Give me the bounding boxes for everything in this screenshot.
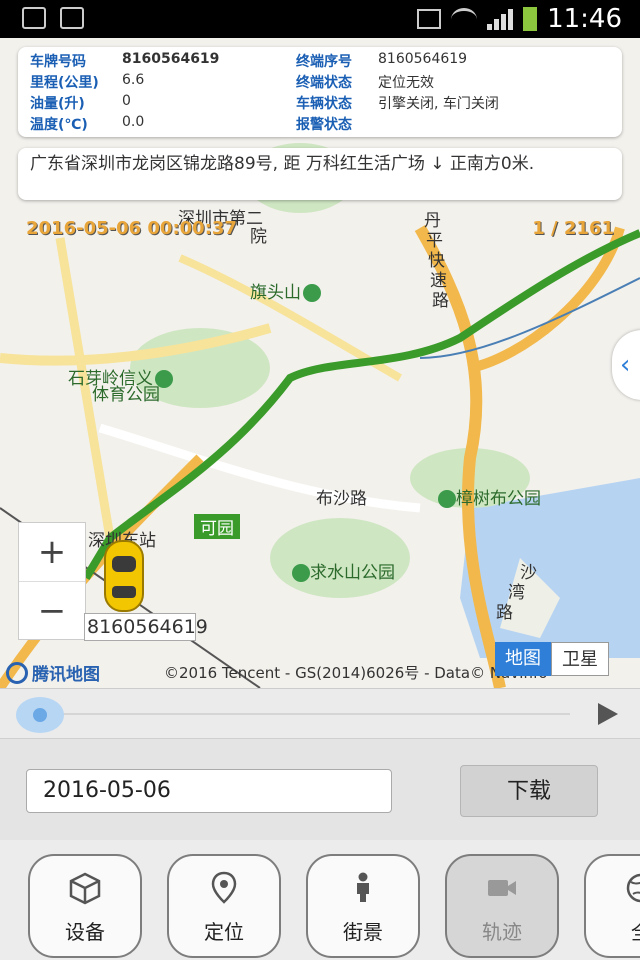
info-row-mileage: 里程(公里) 6.6 (30, 72, 145, 91)
zoom-in-button[interactable]: + (19, 523, 85, 581)
zoom-out-button[interactable]: − (19, 582, 85, 640)
mute-icon (417, 9, 442, 29)
map-type-satellite-button[interactable]: 卫星 (551, 642, 609, 676)
map-type-switch: 地图 卫星 (495, 642, 609, 676)
park-icon (292, 564, 310, 582)
status-bar: 11:46 (0, 0, 640, 38)
info-row-fuel: 油量(升) 0 (30, 93, 131, 112)
image-icon (60, 7, 84, 29)
mountain-icon (303, 284, 321, 302)
person-icon (357, 872, 369, 902)
map-type-map-button[interactable]: 地图 (495, 642, 551, 676)
map-label-shawan-3: 路 (496, 603, 513, 623)
info-row-temperature: 温度(℃) 0.0 (30, 114, 145, 133)
map-label-zhangshubu: 樟树布公园 (436, 484, 541, 509)
map-label-qitoushan: 旗头山 (250, 278, 321, 303)
location-pin-icon (211, 871, 237, 904)
nav-full-button[interactable]: 全 (584, 854, 640, 958)
vehicle-marker-icon[interactable] (104, 540, 144, 612)
signal-icon (487, 8, 514, 30)
date-row: 2016-05-06 下载 (0, 738, 640, 842)
tencent-map-icon (6, 661, 28, 684)
play-icon[interactable] (598, 703, 618, 725)
bottom-nav: 设备 定位 街景 轨迹 全 (0, 840, 640, 960)
date-input[interactable]: 2016-05-06 (26, 769, 392, 813)
map-label-sports-park: 体育公园 (92, 385, 160, 405)
nav-device-button[interactable]: 设备 (28, 854, 142, 958)
address-box: 广东省深圳市龙岗区锦龙路89号, 距 万科红生活广场 ↓ 正南方0米. (18, 148, 622, 200)
download-button[interactable]: 下载 (460, 765, 598, 817)
info-row-terminal-status: 终端状态 定位无效 (296, 75, 434, 91)
wifi-icon (451, 7, 478, 31)
zoom-control: + − (18, 522, 86, 640)
info-row-vehicle-status: 车辆状态 引擎关闭, 车门关闭 (296, 96, 499, 112)
playback-slider-knob[interactable] (16, 697, 64, 733)
nav-locate-button[interactable]: 定位 (167, 854, 281, 958)
info-row-terminal-id: 终端序号 8160564619 (296, 51, 468, 70)
park-icon (438, 490, 456, 508)
nav-streetview-button[interactable]: 街景 (306, 854, 420, 958)
map-brand-logo: 腾讯地图 (6, 660, 100, 685)
vehicle-plate-label: 8160564619 (84, 613, 208, 641)
map-copyright: ©2016 Tencent - GS(2014)6026号 - Data© Na… (164, 664, 548, 682)
map-label-bushalu: 布沙路 (316, 489, 367, 509)
info-row-alarm-status: 报警状态 (296, 117, 352, 133)
track-timestamp: 2016-05-06 00:00:37 (26, 218, 237, 239)
clock: 11:46 (547, 4, 622, 34)
cube-icon (69, 872, 101, 905)
map-label-hospital2: 院 (250, 227, 267, 247)
vehicle-info-panel: 车牌号码 8160564619 里程(公里) 6.6 油量(升) 0 温度(℃)… (18, 47, 622, 137)
playback-bar (0, 688, 640, 739)
keyboard-icon (22, 7, 46, 29)
map-label-danping-5: 路 (432, 291, 449, 311)
map-label-keyuan: 可园 (194, 514, 240, 539)
info-row-plate: 车牌号码 8160564619 (30, 51, 220, 70)
video-camera-icon (488, 880, 516, 896)
globe-icon (626, 873, 640, 903)
battery-icon (523, 7, 538, 31)
playback-slider-track[interactable] (40, 713, 570, 715)
map-label-qiushuishan: 求水山公园 (290, 558, 395, 583)
nav-track-button[interactable]: 轨迹 (445, 854, 559, 958)
track-counter: 1 / 2161 (532, 218, 614, 239)
